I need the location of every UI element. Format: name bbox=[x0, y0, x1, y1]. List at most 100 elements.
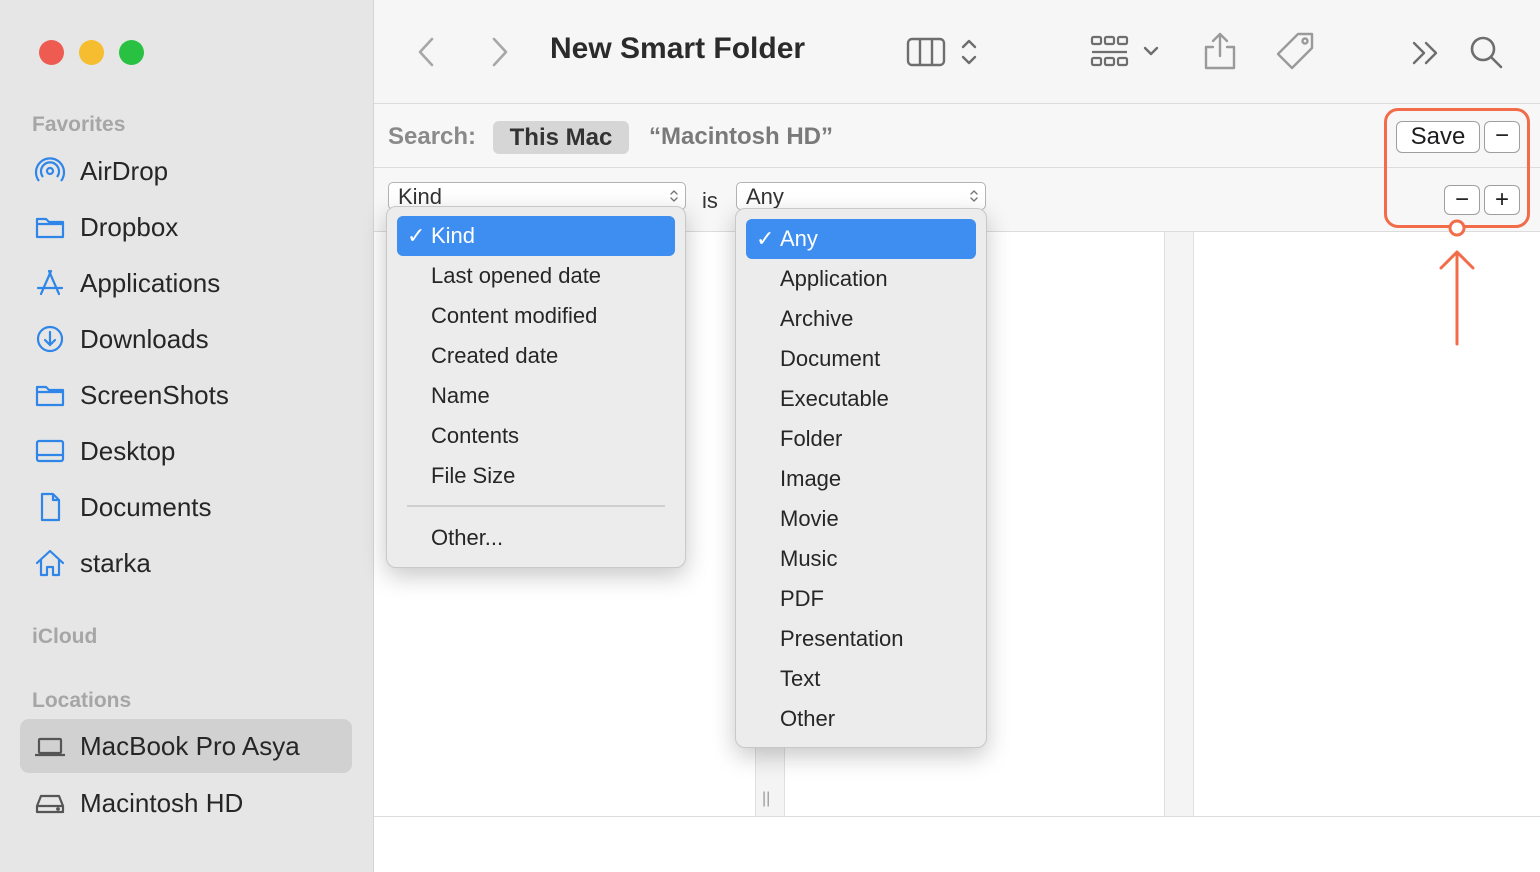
menu-item-label: Other... bbox=[431, 525, 504, 550]
tag-icon[interactable] bbox=[1274, 30, 1318, 72]
column-view-icon[interactable] bbox=[906, 36, 946, 68]
menu-item-label: Application bbox=[780, 266, 888, 291]
home-icon bbox=[35, 549, 65, 577]
close-window-button[interactable] bbox=[39, 40, 64, 65]
sidebar-item-screenshots[interactable]: ScreenShots bbox=[20, 368, 352, 422]
kind-menu-item-application[interactable]: Application bbox=[746, 259, 976, 299]
desktop-icon bbox=[35, 439, 65, 463]
laptop-icon bbox=[35, 737, 65, 757]
annotation-highlight-box bbox=[1384, 108, 1530, 228]
sidebar-item-label: starka bbox=[80, 547, 151, 578]
column-resize-handle[interactable]: || bbox=[762, 790, 770, 808]
menu-item-label: Archive bbox=[780, 306, 854, 331]
menu-item-label: Presentation bbox=[780, 626, 904, 651]
forward-icon[interactable] bbox=[490, 36, 510, 68]
zoom-window-button[interactable] bbox=[119, 40, 144, 65]
sidebar-item-downloads[interactable]: Downloads bbox=[20, 312, 352, 366]
menu-item-label: Contents bbox=[431, 423, 520, 448]
menu-item-label: Kind bbox=[431, 223, 476, 248]
search-icon[interactable] bbox=[1468, 34, 1504, 70]
kind-menu-item-archive[interactable]: Archive bbox=[746, 299, 976, 339]
kind-menu-item-pdf[interactable]: PDF bbox=[746, 579, 976, 619]
attribute-menu-item-last-opened-date[interactable]: Last opened date bbox=[397, 256, 675, 296]
sidebar-item-label: ScreenShots bbox=[80, 379, 229, 410]
sidebar-section-icloud: iCloud bbox=[32, 625, 98, 648]
toolbar: New Smart Folder bbox=[374, 0, 1540, 104]
view-options-stepper-icon[interactable] bbox=[960, 36, 978, 68]
window-title: New Smart Folder bbox=[550, 32, 806, 65]
sidebar-item-starka[interactable]: starka bbox=[20, 536, 352, 590]
sidebar: Favorites AirDrop Dropbox Applications D… bbox=[0, 0, 374, 872]
kind-menu-item-executable[interactable]: Executable bbox=[746, 379, 976, 419]
menu-item-label: File Size bbox=[431, 463, 516, 488]
menu-item-label: Text bbox=[780, 666, 821, 691]
sidebar-item-airdrop[interactable]: AirDrop bbox=[20, 144, 352, 198]
menu-item-label: Name bbox=[431, 383, 490, 408]
sidebar-item-applications[interactable]: Applications bbox=[20, 256, 352, 310]
search-label: Search: bbox=[388, 123, 477, 150]
sidebar-item-macintosh-hd[interactable]: Macintosh HD bbox=[20, 776, 352, 830]
menu-item-label: Image bbox=[780, 466, 842, 491]
attribute-menu-item-content-modified[interactable]: Content modified bbox=[397, 296, 675, 336]
sidebar-item-macbook-pro-asya[interactable]: MacBook Pro Asya bbox=[20, 719, 352, 773]
column-divider[interactable] bbox=[1164, 232, 1194, 818]
kind-menu-item-music[interactable]: Music bbox=[746, 539, 976, 579]
folder-icon bbox=[35, 217, 65, 239]
more-toolbar-items-icon[interactable] bbox=[1410, 40, 1442, 66]
popup-stepper-icon bbox=[970, 190, 978, 202]
kind-menu-item-any[interactable]: ✓ Any bbox=[746, 219, 976, 259]
menu-item-label: PDF bbox=[780, 586, 824, 611]
applications-icon bbox=[36, 269, 64, 296]
sidebar-item-label: Dropbox bbox=[80, 211, 179, 242]
attribute-menu-item-contents[interactable]: Contents bbox=[397, 416, 675, 456]
downloads-icon bbox=[36, 325, 64, 353]
scope-this-mac-button[interactable]: This Mac bbox=[493, 121, 629, 154]
menu-separator bbox=[407, 505, 665, 507]
attribute-menu-item-kind[interactable]: ✓ Kind bbox=[397, 216, 675, 256]
kind-menu-item-presentation[interactable]: Presentation bbox=[746, 619, 976, 659]
document-icon bbox=[40, 492, 61, 522]
kind-menu-item-other[interactable]: Other bbox=[746, 699, 976, 739]
menu-item-label: Content modified bbox=[431, 303, 598, 328]
search-scope-bar: Search: This Mac “Macintosh HD” Save − bbox=[374, 104, 1540, 168]
kind-popup[interactable]: Any bbox=[736, 182, 986, 210]
minimize-window-button[interactable] bbox=[79, 40, 104, 65]
chevron-down-icon[interactable] bbox=[1142, 44, 1160, 58]
attribute-menu-item-file-size[interactable]: File Size bbox=[397, 456, 675, 496]
attribute-menu-item-name[interactable]: Name bbox=[397, 376, 675, 416]
sidebar-item-label: Applications bbox=[80, 267, 221, 298]
sidebar-item-label: Macintosh HD bbox=[80, 787, 244, 818]
sidebar-section-favorites: Favorites bbox=[32, 113, 126, 136]
sidebar-item-dropbox[interactable]: Dropbox bbox=[20, 200, 352, 254]
disk-icon bbox=[35, 794, 65, 814]
sidebar-section-locations: Locations bbox=[32, 689, 132, 712]
back-icon[interactable] bbox=[416, 36, 436, 68]
kind-menu-item-folder[interactable]: Folder bbox=[746, 419, 976, 459]
menu-item-label: Document bbox=[780, 346, 881, 371]
sidebar-item-label: AirDrop bbox=[80, 155, 169, 186]
sidebar-item-label: Downloads bbox=[80, 323, 209, 354]
group-icon[interactable] bbox=[1090, 34, 1130, 70]
annotation-arrow-icon bbox=[1439, 219, 1475, 346]
attribute-menu: ✓ Kind Last opened date Content modified… bbox=[386, 206, 686, 568]
sidebar-item-label: MacBook Pro Asya bbox=[80, 730, 300, 761]
kind-menu-item-text[interactable]: Text bbox=[746, 659, 976, 699]
sidebar-item-desktop[interactable]: Desktop bbox=[20, 424, 352, 478]
status-bar bbox=[374, 816, 1540, 872]
airdrop-icon bbox=[34, 157, 66, 182]
operator-label: is bbox=[702, 188, 718, 213]
scope-macintosh-hd-button[interactable]: “Macintosh HD” bbox=[649, 123, 833, 151]
menu-item-label: Created date bbox=[431, 343, 559, 368]
kind-menu: ✓ Any Application Archive Document Execu… bbox=[735, 208, 987, 748]
kind-menu-item-movie[interactable]: Movie bbox=[746, 499, 976, 539]
sidebar-item-label: Desktop bbox=[80, 435, 176, 466]
checkmark-icon: ✓ bbox=[756, 226, 775, 251]
attribute-menu-item-other[interactable]: Other... bbox=[397, 518, 675, 558]
sidebar-item-label: Documents bbox=[80, 491, 212, 522]
kind-menu-item-image[interactable]: Image bbox=[746, 459, 976, 499]
menu-item-label: Other bbox=[780, 706, 836, 731]
attribute-menu-item-created-date[interactable]: Created date bbox=[397, 336, 675, 376]
share-icon[interactable] bbox=[1202, 30, 1238, 72]
kind-menu-item-document[interactable]: Document bbox=[746, 339, 976, 379]
sidebar-item-documents[interactable]: Documents bbox=[20, 480, 352, 534]
